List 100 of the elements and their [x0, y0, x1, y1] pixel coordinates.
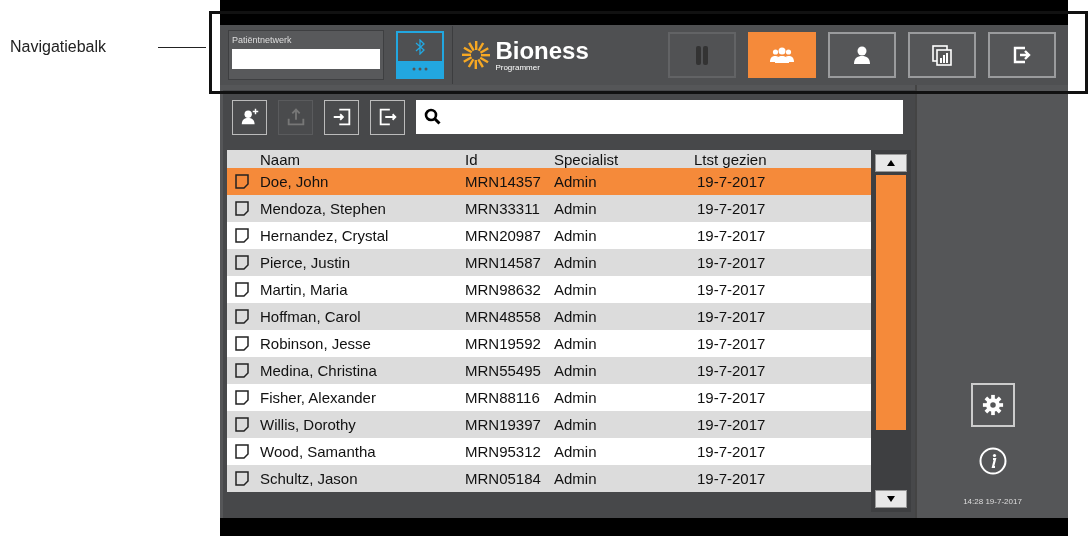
- note-icon: [235, 282, 249, 297]
- table-cell-text: Admin: [554, 200, 598, 217]
- table-cell-text: MRN14357: [465, 173, 542, 190]
- scroll-down-button[interactable]: [875, 490, 907, 508]
- table-cell-text: 19-7-2017: [696, 200, 767, 217]
- patient-row[interactable]: Martin, Maria MRN98632 Admin 19-7-2017: [227, 276, 871, 303]
- table-cell-text: Admin: [554, 416, 598, 433]
- logo-subtitle: Programmer: [495, 62, 541, 72]
- table-cell-text: Mendoza, Stephen: [260, 200, 387, 217]
- leader-line: [158, 47, 206, 48]
- patient-row[interactable]: Mendoza, Stephen MRN33311 Admin 19-7-2017: [227, 195, 871, 222]
- patient-row[interactable]: Medina, Christina MRN55495 Admin 19-7-2017: [227, 357, 871, 384]
- note-icon: [235, 363, 249, 378]
- table-cell-text: MRN19397: [465, 416, 542, 433]
- table-cell-text: 19-7-2017: [696, 308, 767, 325]
- patient-row[interactable]: Hoffman, Carol MRN48558 Admin 19-7-2017: [227, 303, 871, 330]
- table-cell-text: Hernandez, Crystal: [260, 227, 390, 244]
- sunburst-logo-icon: [461, 40, 492, 70]
- table-cell-text: Admin: [554, 173, 598, 190]
- chart-icon: [930, 43, 954, 67]
- table-cell-text: Doe, John: [260, 173, 330, 190]
- note-icon: [235, 444, 249, 459]
- table-cell-text: MRN48558: [465, 308, 542, 325]
- table-cell-text: MRN98632: [465, 281, 542, 298]
- column-header[interactable]: Ltst gezien: [694, 150, 871, 168]
- table-cell-text: MRN14587: [465, 254, 542, 271]
- settings-button[interactable]: [970, 383, 1015, 427]
- note-icon: [235, 201, 249, 216]
- patient-row[interactable]: Wood, Samantha MRN95312 Admin 19-7-2017: [227, 438, 871, 465]
- search-icon: [424, 108, 442, 126]
- note-icon: [235, 174, 249, 189]
- table-cell-text: 19-7-2017: [696, 335, 767, 352]
- settings-icon: [981, 394, 1004, 416]
- note-icon: [235, 255, 249, 270]
- table-cell-text: Admin: [554, 389, 598, 406]
- patient-row[interactable]: Doe, John MRN14357 Admin 19-7-2017: [227, 168, 871, 195]
- scroll-up-button[interactable]: [875, 154, 907, 172]
- patient-row[interactable]: Willis, Dorothy MRN19397 Admin 19-7-2017: [227, 411, 871, 438]
- note-icon: [235, 336, 249, 351]
- scroll-thumb[interactable]: [876, 175, 906, 430]
- table-cell-text: Admin: [554, 308, 598, 325]
- table-cell-text: MRN19592: [465, 335, 542, 352]
- table-cell-text: Schultz, Jason: [260, 470, 359, 487]
- table-cell-text: 19-7-2017: [696, 443, 767, 460]
- add-patient-button[interactable]: [232, 99, 267, 135]
- callout-label: Navigatiebalk: [10, 38, 107, 56]
- table-cell-text: Admin: [554, 335, 598, 352]
- table-cell-text: 19-7-2017: [696, 389, 767, 406]
- info-icon[interactable]: [978, 447, 1007, 475]
- table-cell-text: MRN05184: [465, 470, 542, 487]
- table-cell-text: Wood, Samantha: [260, 443, 377, 460]
- table-cell-text: Admin: [554, 362, 598, 379]
- table-cell-text: 19-7-2017: [696, 281, 767, 298]
- patient-row[interactable]: Schultz, Jason MRN05184 Admin 19-7-2017: [227, 465, 871, 492]
- network-input[interactable]: [232, 49, 380, 69]
- exit-nav-button[interactable]: [988, 32, 1056, 78]
- table-cell-text: MRN95312: [465, 443, 542, 460]
- note-icon: [235, 228, 249, 243]
- table-cell-text: MRN55495: [465, 362, 542, 379]
- bluetooth-button[interactable]: [396, 31, 444, 79]
- scrollbar[interactable]: [871, 150, 911, 512]
- export-button[interactable]: [370, 99, 405, 135]
- import-button[interactable]: [324, 99, 359, 135]
- timestamp: 14:28 19-7-2017: [963, 497, 1022, 506]
- table-cell-text: Martin, Maria: [260, 281, 349, 298]
- table-cell-text: MRN88116: [465, 389, 541, 406]
- dots-icon: [411, 67, 428, 71]
- up-triangle-icon: [887, 160, 895, 166]
- column-header[interactable]: Id: [465, 150, 554, 168]
- note-icon: [235, 471, 249, 486]
- patient-row[interactable]: Robinson, Jesse MRN19592 Admin 19-7-2017: [227, 330, 871, 357]
- table-cell-text: Robinson, Jesse: [260, 335, 372, 352]
- table-cell-text: MRN20987: [465, 227, 542, 244]
- patient-network-field[interactable]: Patiëntnetwerk: [228, 30, 384, 80]
- table-cell-text: MRN33311: [465, 200, 541, 217]
- down-triangle-icon: [887, 496, 895, 502]
- note-icon: [235, 417, 249, 432]
- note-icon: [235, 390, 249, 405]
- logo-wordmark: Bioness: [495, 38, 589, 63]
- table-cell-text: Hoffman, Carol: [260, 308, 362, 325]
- table-cell-text: 19-7-2017: [696, 173, 767, 190]
- table-cell-text: Admin: [554, 470, 598, 487]
- table-cell-text: Pierce, Justin: [260, 254, 352, 271]
- table-cell-text: 19-7-2017: [696, 416, 767, 433]
- search-field[interactable]: [416, 100, 903, 134]
- table-cell-text: Admin: [554, 227, 598, 244]
- note-icon: [235, 309, 249, 324]
- table-cell-text: 19-7-2017: [696, 227, 767, 244]
- column-header[interactable]: Specialist: [554, 150, 694, 168]
- bluetooth-icon: [414, 39, 425, 55]
- table-cell-text: Willis, Dorothy: [260, 416, 357, 433]
- reports-nav-button[interactable]: [908, 32, 976, 78]
- column-header[interactable]: Naam: [260, 150, 465, 168]
- patient-row[interactable]: Fisher, Alexander MRN88116 Admin 19-7-2017: [227, 384, 871, 411]
- table-cell-text: 19-7-2017: [696, 362, 767, 379]
- patient-nav-button[interactable]: [828, 32, 896, 78]
- field-label: Patiëntnetwerk: [232, 35, 293, 45]
- patient-row[interactable]: Hernandez, Crystal MRN20987 Admin 19-7-2017: [227, 222, 871, 249]
- patient-row[interactable]: Pierce, Justin MRN14587 Admin 19-7-2017: [227, 249, 871, 276]
- table-cell-text: Admin: [554, 443, 598, 460]
